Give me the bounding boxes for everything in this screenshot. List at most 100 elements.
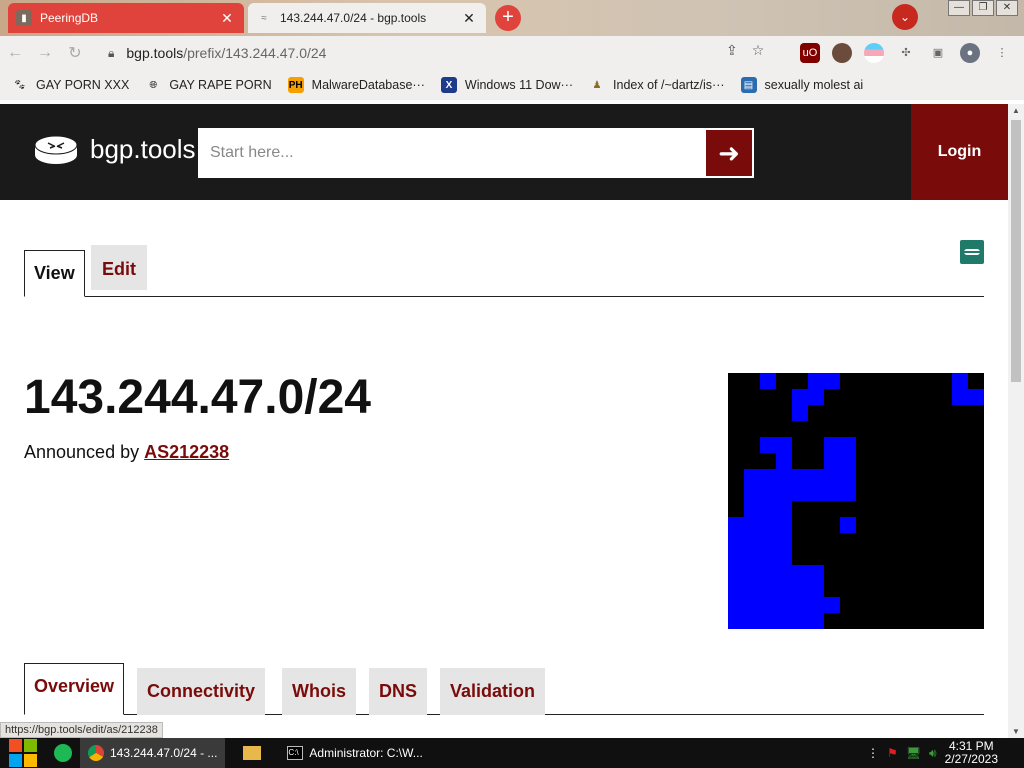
map-cell xyxy=(808,389,824,405)
share-icon[interactable]: ⇪ xyxy=(726,42,738,59)
link-status-tooltip: https://bgp.tools/edit/as/212238 xyxy=(0,722,163,738)
tab-bgp-tools[interactable]: ≈ 143.244.47.0/24 - bgp.tools ✕ xyxy=(248,3,486,33)
arrow-right-icon: ➜ xyxy=(718,138,740,168)
tab-close-icon[interactable]: ✕ xyxy=(218,10,236,27)
back-icon[interactable]: ← xyxy=(0,44,30,62)
hilbert-map-icon xyxy=(960,249,984,255)
tab-connectivity[interactable]: Connectivity xyxy=(137,668,266,715)
close-window-button[interactable]: ✕ xyxy=(996,0,1018,16)
map-cell xyxy=(744,565,760,581)
page-scrollbar[interactable]: ▲ ▼ xyxy=(1008,104,1024,738)
tab-whois[interactable]: Whois xyxy=(282,668,356,715)
map-cell xyxy=(776,565,792,581)
map-cell xyxy=(776,453,792,469)
profile-avatar-icon[interactable]: ● xyxy=(960,43,980,63)
map-cell xyxy=(792,469,808,485)
bookmark-item[interactable]: ▤ sexually molest ai xyxy=(740,77,863,93)
tab-overview[interactable]: Overview xyxy=(24,663,125,715)
clock-date: 2/27/2023 xyxy=(944,752,998,766)
forward-icon[interactable]: → xyxy=(30,44,60,62)
bookmarks-bar: 🐾︎ GAY PORN XXX 🌐︎ GAY RAPE PORN PH Malware… xyxy=(0,70,1024,100)
tab-peeringdb[interactable]: ▮ PeeringDB ✕ xyxy=(8,3,244,33)
taskbar-chrome[interactable]: 143.244.47.0/24 - ... xyxy=(80,738,226,768)
map-cell xyxy=(728,581,744,597)
login-button[interactable]: Login xyxy=(911,104,1008,200)
map-cell xyxy=(792,613,808,629)
scroll-down-icon[interactable]: ▼ xyxy=(1008,727,1024,736)
map-cell xyxy=(744,469,760,485)
router-icon xyxy=(34,135,78,164)
globe-icon: 🌐︎ xyxy=(149,79,158,91)
asn-link[interactable]: AS212238 xyxy=(144,442,229,462)
map-cell xyxy=(760,597,776,613)
bookmark-item[interactable]: ♟ Index of /~dartz/is··· xyxy=(589,77,725,93)
map-toggle-icon[interactable] xyxy=(960,240,984,264)
map-cell xyxy=(728,533,744,549)
map-cell xyxy=(760,581,776,597)
tab-view[interactable]: View xyxy=(24,250,85,297)
bookmark-item[interactable]: 🐾︎ GAY PORN XXX xyxy=(12,77,130,93)
new-tab-button[interactable]: + xyxy=(495,5,521,31)
lock-icon[interactable]: 🔒︎ xyxy=(108,46,114,61)
map-cell xyxy=(840,453,856,469)
map-cell xyxy=(808,597,824,613)
search-box: ➜ xyxy=(198,128,754,178)
doc-icon: ▤ xyxy=(740,77,757,93)
tab-close-icon[interactable]: ✕ xyxy=(460,10,478,27)
bookmark-item[interactable]: 🌐︎ GAY RAPE PORN xyxy=(145,77,271,93)
scrollbar-thumb[interactable] xyxy=(1011,120,1021,382)
map-cell xyxy=(776,485,792,501)
side-panel-icon[interactable]: ▣ xyxy=(928,43,948,63)
map-cell xyxy=(760,533,776,549)
address-space-map xyxy=(728,373,984,629)
map-cell xyxy=(824,469,840,485)
site-logo[interactable]: bgp.tools xyxy=(34,134,196,165)
taskbar-clock[interactable]: 4:31 PM 2/27/2023 xyxy=(945,740,998,766)
map-cell xyxy=(760,517,776,533)
tab-dns[interactable]: DNS xyxy=(369,668,428,715)
map-cell xyxy=(952,389,968,405)
map-cell xyxy=(808,581,824,597)
map-cell xyxy=(808,485,824,501)
url-path: /prefix/143.244.47.0/24 xyxy=(183,45,327,61)
page-viewport: bgp.tools ➜ Login View Edit 143.244.47.0… xyxy=(0,104,1008,738)
bookmark-star-icon[interactable]: ☆ xyxy=(752,42,765,59)
tab-search-dropdown-icon[interactable]: ⌄ xyxy=(892,4,918,30)
bookmark-item[interactable]: PH MalwareDatabase··· xyxy=(287,77,425,93)
taskbar-cmd[interactable]: C:\ Administrator: C:\W... xyxy=(279,738,430,768)
flag-extension-icon[interactable] xyxy=(864,43,884,63)
file-explorer-taskbar-icon[interactable] xyxy=(225,738,279,768)
puzzle-extensions-icon[interactable]: ✣ xyxy=(896,43,916,63)
tab-edit[interactable]: Edit xyxy=(91,245,147,290)
peeringdb-favicon-icon: ▮ xyxy=(16,10,32,26)
bookmark-item[interactable]: X Windows 11 Dow··· xyxy=(440,77,573,93)
search-submit-button[interactable]: ➜ xyxy=(706,130,752,176)
address-bar[interactable]: 🔒︎ bgp.tools/prefix/143.244.47.0/24 xyxy=(108,40,788,66)
map-cell xyxy=(808,565,824,581)
maximize-button[interactable]: ❐ xyxy=(972,0,994,16)
ublock-icon[interactable]: uO xyxy=(800,43,820,63)
network-icon[interactable]: 🖥︎ xyxy=(906,746,921,760)
logo-text: bgp.tools xyxy=(90,134,196,164)
avatar-extension-icon[interactable] xyxy=(832,43,852,63)
map-cell xyxy=(760,613,776,629)
volume-icon[interactable]: 🔊︎ xyxy=(929,746,937,761)
map-cell xyxy=(968,389,984,405)
tab-title: 143.244.47.0/24 - bgp.tools xyxy=(280,11,427,25)
tray-overflow-icon[interactable]: ⋮ xyxy=(867,746,879,760)
prefix-title: 143.244.47.0/24 xyxy=(24,371,371,424)
spotify-taskbar-icon[interactable] xyxy=(46,738,80,768)
action-center-flag-icon[interactable]: ⚑ xyxy=(887,746,898,760)
map-cell xyxy=(760,469,776,485)
scroll-up-icon[interactable]: ▲ xyxy=(1008,106,1024,115)
reload-icon[interactable]: ↻ xyxy=(60,43,90,63)
search-input[interactable] xyxy=(200,130,706,176)
minimize-button[interactable]: — xyxy=(948,0,970,16)
map-cell xyxy=(792,597,808,613)
ph-icon: PH xyxy=(287,77,304,93)
start-button[interactable] xyxy=(0,738,46,768)
map-cell xyxy=(824,437,840,453)
menu-kebab-icon[interactable]: ⋮ xyxy=(992,43,1012,63)
tab-validation[interactable]: Validation xyxy=(440,668,546,715)
bgp-tools-favicon-icon: ≈ xyxy=(261,12,267,24)
